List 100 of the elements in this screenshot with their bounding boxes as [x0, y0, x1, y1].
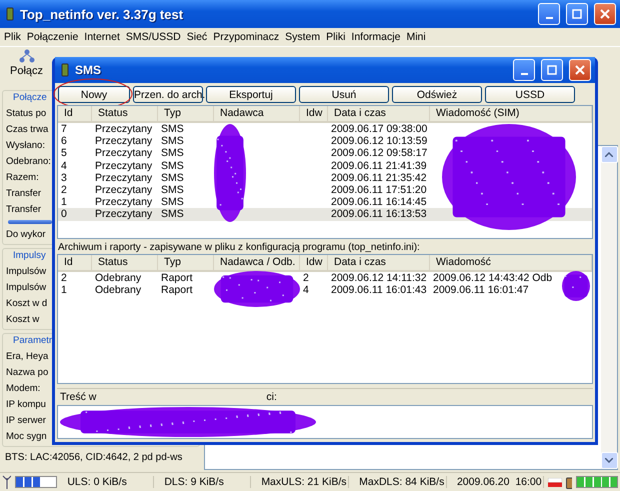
field-label: Koszt w	[6, 313, 40, 327]
date-cell-text: 2009.06.11 16:14:45	[330, 196, 428, 208]
id-cell-text: 7	[60, 123, 68, 136]
max-upload-speed: MaxULS: 21 KiB/s	[255, 476, 350, 488]
redaction-scribble	[562, 271, 590, 301]
column-header[interactable]: Wiadomość (SIM)	[430, 106, 592, 121]
idw-cell-text: 4	[302, 284, 310, 296]
column-header[interactable]: Typ	[158, 255, 214, 270]
type-cell-text: SMS	[160, 172, 185, 184]
antenna-icon	[2, 475, 12, 489]
menu-item[interactable]: System	[285, 31, 320, 43]
menu-item[interactable]: Informacje	[351, 31, 400, 43]
archive-row[interactable]: 2 Odebrany Raport 2 2009.06.12 14:11:32 2009.06.12 14:43:42 Odb	[58, 272, 592, 284]
column-header[interactable]: Id	[58, 255, 92, 270]
minimize-icon	[520, 73, 528, 75]
archive-caption: Archiwum i raporty - zapisywane w pliku z konfiguracją programu (top_netinfo.ini):	[57, 241, 421, 254]
menu-item[interactable]: SMS/USSD	[126, 31, 181, 43]
field-label: Czas trwa	[6, 123, 48, 137]
type-cell-text: SMS	[160, 135, 185, 148]
flag-icon	[548, 478, 562, 486]
column-header[interactable]: Idw	[300, 255, 328, 270]
close-button[interactable]	[569, 59, 591, 81]
date-cell-text: 2009.06.12 14:11:32	[330, 272, 428, 284]
type-cell-text: Raport	[160, 272, 194, 284]
maximize-button[interactable]	[566, 3, 588, 25]
date-cell-text: 2009.06.12 10:13:59	[330, 135, 428, 148]
message-label: ci:	[266, 391, 277, 403]
field-label: Impulsów	[6, 281, 46, 295]
field-label: Modem:	[6, 382, 40, 396]
status-cell-text: Przeczytany	[94, 172, 154, 184]
column-header[interactable]: Wiadomość	[430, 255, 592, 270]
field-label: Nazwa po	[6, 366, 48, 380]
message-row[interactable]: 5 Przeczytany SMS 2009.06.12 09:58:17	[58, 147, 592, 160]
menu-item[interactable]: Połączenie	[26, 31, 78, 43]
group-title: Impulsy	[13, 249, 46, 263]
column-header[interactable]: Status	[92, 106, 158, 121]
id-cell-text: 1	[60, 284, 68, 296]
message-row[interactable]: 6 Przeczytany SMS 2009.06.12 10:13:59	[58, 135, 592, 148]
message-row[interactable]: 3 Przeczytany SMS 2009.06.11 21:35:42	[58, 172, 592, 184]
column-header[interactable]: Status	[92, 255, 158, 270]
menu-item[interactable]: Mini	[406, 31, 426, 43]
archive-row[interactable]: 1 Odebrany Raport 4 2009.06.11 16:01:43 2009.06.11 16:01:47	[58, 284, 592, 296]
status-cell-text: Przeczytany	[94, 208, 154, 221]
message-row[interactable]: 1 Przeczytany SMS 2009.06.11 16:14:45	[58, 196, 592, 208]
type-cell-text: SMS	[160, 160, 185, 172]
type-cell-text: SMS	[160, 184, 185, 196]
status-cell-text: Przeczytany	[94, 123, 154, 136]
column-header[interactable]: Typ	[158, 106, 214, 121]
status-cell-text: Przeczytany	[94, 184, 154, 196]
network-icon	[18, 49, 35, 63]
minimize-button[interactable]	[513, 59, 535, 81]
message-row[interactable]: 4 Przeczytany SMS 2009.06.11 21:41:39	[58, 160, 592, 172]
menu-item[interactable]: Plik	[4, 31, 21, 43]
column-header[interactable]: Idw	[300, 106, 328, 121]
close-button[interactable]	[594, 3, 616, 25]
date-cell-text: 2009.06.11 17:51:20	[330, 184, 428, 196]
message-row[interactable]: 7 Przeczytany SMS 2009.06.17 09:38:00	[58, 123, 592, 136]
idw-cell-text: 2	[302, 272, 310, 284]
date-cell-text: 2009.06.11 21:35:42	[330, 172, 428, 184]
id-cell-text: 4	[60, 160, 68, 172]
maximize-button[interactable]	[541, 59, 563, 81]
message-row[interactable]: 2 Przeczytany SMS 2009.06.11 17:51:20	[58, 184, 592, 196]
column-header[interactable]: Data i czas	[328, 106, 430, 121]
close-icon	[575, 65, 585, 75]
menu-item[interactable]: Internet	[84, 31, 120, 43]
message-cell-text: 2009.06.11 16:01:47	[432, 284, 530, 296]
window-title: Top_netinfo ver. 3.37g test	[20, 6, 184, 22]
field-label: Koszt w d	[6, 297, 48, 311]
scroll-up-icon	[605, 152, 613, 157]
field-label: Transfer	[6, 187, 42, 201]
status-cell-text: Odebrany	[94, 284, 142, 296]
toolbar-button[interactable]: Odśwież	[392, 86, 482, 103]
minimize-button[interactable]	[538, 3, 560, 25]
toolbar-button[interactable]: Usuń	[299, 86, 389, 103]
group-title: Połącze	[13, 91, 47, 105]
date-cell-text: 2009.06.12 09:58:17	[330, 147, 428, 160]
toolbar-button[interactable]: Nowy	[58, 86, 130, 103]
upload-speed: ULS: 0 KiB/s	[61, 476, 154, 488]
column-header[interactable]: Data i czas	[328, 255, 430, 270]
menu-item[interactable]: Sieć	[186, 31, 208, 43]
message-text-area[interactable]	[57, 405, 593, 439]
scrollbar[interactable]	[601, 146, 617, 469]
type-cell-text: SMS	[160, 147, 185, 160]
field-label: Moc sygn	[6, 430, 47, 444]
field-label: IP serwer	[6, 414, 46, 428]
date-cell-text: 2009.06.11 16:01:43	[330, 284, 428, 296]
minimize-icon	[546, 17, 552, 19]
field-label: Wysłano:	[6, 139, 45, 153]
column-header[interactable]: Id	[58, 106, 92, 121]
field-label: Impulsów	[6, 265, 46, 279]
toolbar-button[interactable]: Eksportuj	[206, 86, 296, 103]
sms-window-title: SMS	[75, 63, 102, 77]
maximize-icon	[547, 65, 557, 75]
menu-item[interactable]: Przypominacz	[213, 31, 280, 43]
toolbar-button[interactable]: USSD	[485, 86, 575, 103]
connect-button[interactable]: Połącz	[10, 47, 44, 81]
column-header[interactable]: Nadawca / Odb.	[214, 255, 300, 270]
scroll-down-icon	[605, 458, 613, 463]
menu-item[interactable]: Pliki	[326, 31, 346, 43]
column-header[interactable]: Nadawca	[214, 106, 300, 121]
